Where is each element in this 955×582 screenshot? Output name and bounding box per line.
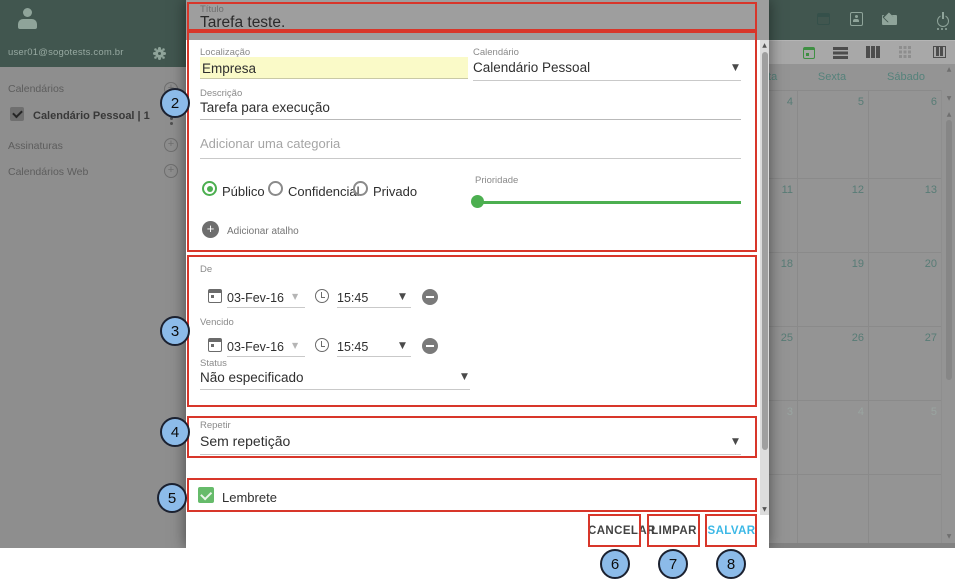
scroll-up-icon[interactable]: ▲ bbox=[760, 42, 769, 49]
scrollbar-thumb[interactable] bbox=[761, 52, 768, 450]
sidebar-section-subscriptions: Assinaturas bbox=[8, 140, 63, 152]
annotation-box-8 bbox=[705, 514, 757, 547]
grid-line bbox=[769, 252, 941, 253]
top-nav-bar bbox=[769, 0, 955, 40]
annotation-box-5 bbox=[187, 478, 757, 512]
annotation-circle-2: 2 bbox=[160, 88, 190, 118]
grid-line bbox=[769, 90, 941, 91]
month-date-cell[interactable]: 4 bbox=[797, 406, 864, 418]
month-date-cell[interactable]: 6 bbox=[868, 96, 937, 108]
annotation-circle-8: 8 bbox=[716, 549, 746, 579]
view-switch-toolbar bbox=[769, 40, 955, 64]
sidebar-item-personal-calendar[interactable]: Calendário Pessoal | 1 bbox=[33, 110, 150, 122]
grid-line bbox=[941, 90, 942, 543]
month-date-cell[interactable]: 3 bbox=[769, 406, 793, 418]
month-date-cell[interactable]: 20 bbox=[868, 258, 937, 270]
month-date-cell[interactable]: 27 bbox=[868, 332, 937, 344]
annotation-circle-6: 6 bbox=[600, 549, 630, 579]
week-view-icon[interactable] bbox=[866, 46, 870, 58]
month-date-cell[interactable]: 5 bbox=[797, 96, 864, 108]
contacts-module-icon[interactable] bbox=[850, 12, 863, 26]
month-date-cell[interactable]: 18 bbox=[769, 258, 793, 270]
day-header-quinta: Quinta bbox=[769, 71, 778, 83]
annotation-circle-5: 5 bbox=[157, 483, 187, 513]
grid-line bbox=[769, 400, 941, 401]
grid-line bbox=[769, 474, 941, 475]
annotation-box-4 bbox=[187, 416, 757, 458]
day-view-icon[interactable] bbox=[803, 47, 815, 59]
scroll-up-icon[interactable]: ▲ bbox=[943, 66, 955, 73]
annotation-box-7 bbox=[647, 514, 700, 547]
add-web-calendar-icon[interactable]: + bbox=[164, 164, 178, 178]
month-date-cell[interactable]: 12 bbox=[797, 184, 864, 196]
dialog-scrollbar[interactable]: ▲ ▼ bbox=[760, 40, 769, 515]
calendar-checkbox[interactable] bbox=[10, 107, 24, 121]
grid-line bbox=[769, 178, 941, 179]
avatar-icon bbox=[18, 19, 37, 29]
annotation-circle-7: 7 bbox=[658, 549, 688, 579]
sidebar: user01@sogotests.com.br Calendários + Ca… bbox=[0, 0, 186, 548]
annotation-circle-4: 4 bbox=[160, 417, 190, 447]
scroll-up-icon[interactable]: ▲ bbox=[943, 111, 955, 118]
day-header-sexta: Sexta bbox=[817, 71, 847, 83]
calendar-module-icon[interactable] bbox=[817, 13, 830, 25]
sidebar-header: user01@sogotests.com.br bbox=[0, 0, 186, 67]
day-header-sabado: Sábado bbox=[887, 71, 925, 83]
multicolumn-view-icon[interactable] bbox=[933, 46, 946, 58]
grid-line bbox=[868, 90, 869, 543]
avatar-icon bbox=[23, 8, 32, 17]
grid-line bbox=[797, 90, 798, 543]
month-date-cell[interactable]: 13 bbox=[868, 184, 937, 196]
grid-bottom-edge bbox=[769, 543, 955, 548]
sidebar-section-calendars: Calendários bbox=[8, 83, 65, 95]
annotation-circle-3: 3 bbox=[160, 316, 190, 346]
scroll-down-icon[interactable]: ▼ bbox=[943, 95, 955, 102]
month-date-cell[interactable]: 4 bbox=[769, 96, 793, 108]
month-date-cell[interactable]: 19 bbox=[797, 258, 864, 270]
scroll-down-icon[interactable]: ▼ bbox=[943, 533, 955, 540]
user-email: user01@sogotests.com.br bbox=[8, 47, 124, 58]
annotation-box-title bbox=[187, 2, 757, 31]
annotation-box-2 bbox=[187, 31, 757, 252]
gear-icon[interactable] bbox=[155, 49, 164, 58]
month-date-cell[interactable]: 11 bbox=[769, 184, 793, 196]
list-view-icon[interactable] bbox=[833, 47, 848, 50]
scrollbar-thumb[interactable] bbox=[946, 120, 952, 380]
annotation-box-3 bbox=[187, 255, 757, 407]
month-view-icon[interactable] bbox=[899, 46, 902, 49]
grid-line bbox=[769, 326, 941, 327]
add-subscription-icon[interactable]: + bbox=[164, 138, 178, 152]
mail-module-icon[interactable] bbox=[882, 15, 897, 25]
month-date-cell[interactable]: 26 bbox=[797, 332, 864, 344]
calendar-view: Quinta Sexta Sábado 45611121318192025262… bbox=[769, 0, 955, 548]
sidebar-section-web-calendars: Calendários Web bbox=[8, 166, 89, 178]
scroll-down-icon[interactable]: ▼ bbox=[760, 506, 769, 513]
annotation-box-6 bbox=[588, 514, 641, 547]
month-date-cell[interactable]: 25 bbox=[769, 332, 793, 344]
logout-power-icon[interactable] bbox=[937, 12, 949, 30]
month-date-cell[interactable]: 5 bbox=[868, 406, 937, 418]
